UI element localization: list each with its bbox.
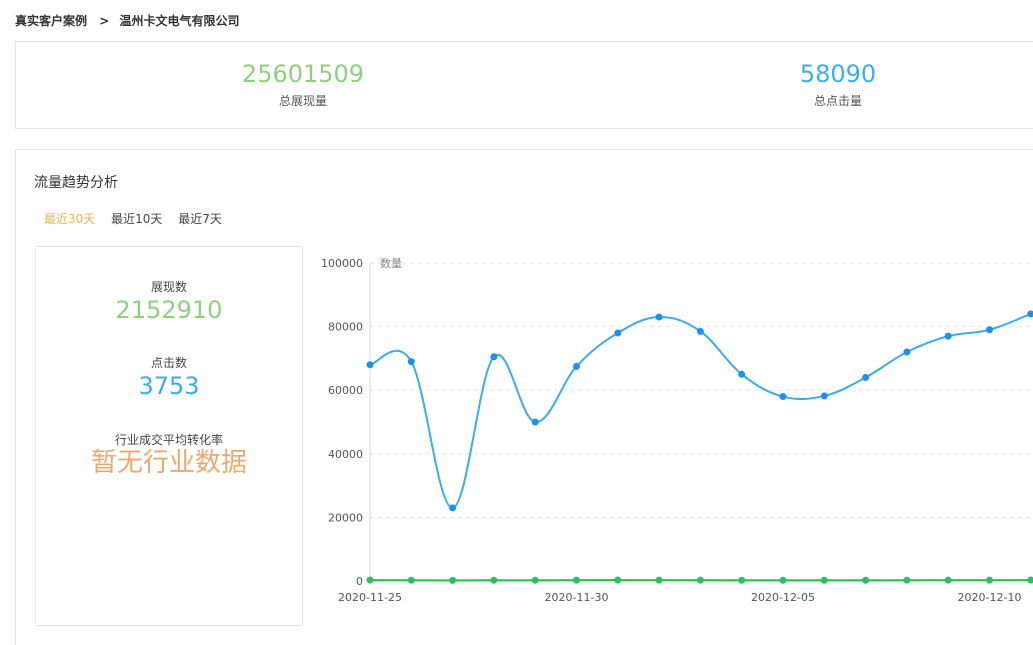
data-point [573, 362, 580, 370]
breadcrumb-current: 温州卡文电气有限公司 [119, 14, 240, 28]
tab-last-30-days[interactable]: 最近30天 [44, 212, 95, 226]
data-point [862, 373, 870, 381]
y-tick-label: 40000 [328, 448, 363, 461]
x-tick-label: 2020-11-25 [338, 591, 402, 604]
total-clicks: 58090 总点击量 [738, 60, 938, 109]
data-point [614, 576, 622, 584]
conversion-value: 暂无行业数据 [90, 448, 247, 478]
y-tick-label: 20000 [328, 511, 363, 524]
y-axis-label: 数量 [380, 257, 402, 270]
data-point [449, 576, 457, 584]
data-point [738, 576, 746, 584]
data-point [449, 504, 457, 512]
y-tick-label: 60000 [328, 384, 363, 397]
impressions-label: 展现数 [150, 280, 187, 294]
total-impressions-label: 总展现量 [278, 94, 327, 108]
data-point [490, 353, 498, 361]
total-impressions-value: 25601509 [241, 60, 365, 88]
data-point [655, 576, 663, 584]
data-point [944, 332, 952, 340]
total-clicks-value: 58090 [799, 60, 877, 88]
data-point [655, 313, 663, 321]
clicks-label: 点击数 [150, 356, 187, 370]
data-point [531, 576, 539, 584]
y-tick-label: 0 [356, 575, 363, 588]
y-tick-label: 80000 [328, 321, 363, 334]
impressions-value: 2152910 [115, 296, 223, 324]
breadcrumb-separator: > [99, 14, 110, 28]
data-point [820, 576, 828, 584]
total-impressions: 25601509 总展现量 [203, 60, 403, 109]
tab-last-10-days[interactable]: 最近10天 [111, 212, 162, 226]
breadcrumb-parent[interactable]: 真实客户案例 [15, 14, 87, 28]
conversion-label: 行业成交平均转化率 [114, 433, 223, 447]
data-point [366, 361, 374, 369]
data-point [862, 576, 870, 584]
summary-card: 展现数 2152910 点击数 3753 行业成交平均转化率 暂无行业数据 [35, 246, 303, 626]
data-point [490, 576, 498, 584]
data-point [820, 392, 828, 400]
x-tick-label: 2020-12-05 [751, 591, 815, 604]
data-point [614, 329, 622, 337]
section-title: 流量趋势分析 [34, 175, 118, 191]
data-point [696, 327, 704, 335]
data-point [573, 576, 580, 584]
data-point [903, 348, 911, 356]
total-clicks-label: 总点击量 [813, 94, 862, 108]
data-point [779, 393, 787, 401]
data-point [407, 576, 415, 584]
data-point [696, 576, 704, 584]
totals-panel: 25601509 总展现量 58090 总点击量 [15, 41, 1033, 129]
trend-chart: 0 20000 40000 60000 80000 100000 数量 2020-11-25 2… [321, 257, 1033, 604]
data-point [407, 358, 415, 366]
data-point [986, 576, 993, 584]
tab-last-7-days[interactable]: 最近7天 [178, 212, 222, 226]
x-tick-label: 2020-11-30 [545, 591, 609, 604]
data-point [738, 370, 746, 378]
data-point [1027, 310, 1033, 318]
breadcrumb: 真实客户案例 > 温州卡文电气有限公司 [15, 12, 239, 29]
data-point [531, 418, 539, 426]
data-point [944, 576, 952, 584]
data-point [986, 326, 993, 334]
x-tick-label: 2020-12-10 [958, 591, 1022, 604]
data-point [366, 576, 374, 584]
data-point [903, 576, 911, 584]
clicks-value: 3753 [138, 372, 200, 400]
y-tick-label: 100000 [321, 257, 363, 270]
series-line-0 [369, 312, 1032, 509]
data-point [779, 576, 787, 584]
range-tabs: 最近30天 最近10天 最近7天 [44, 210, 234, 227]
data-point [1027, 576, 1033, 584]
